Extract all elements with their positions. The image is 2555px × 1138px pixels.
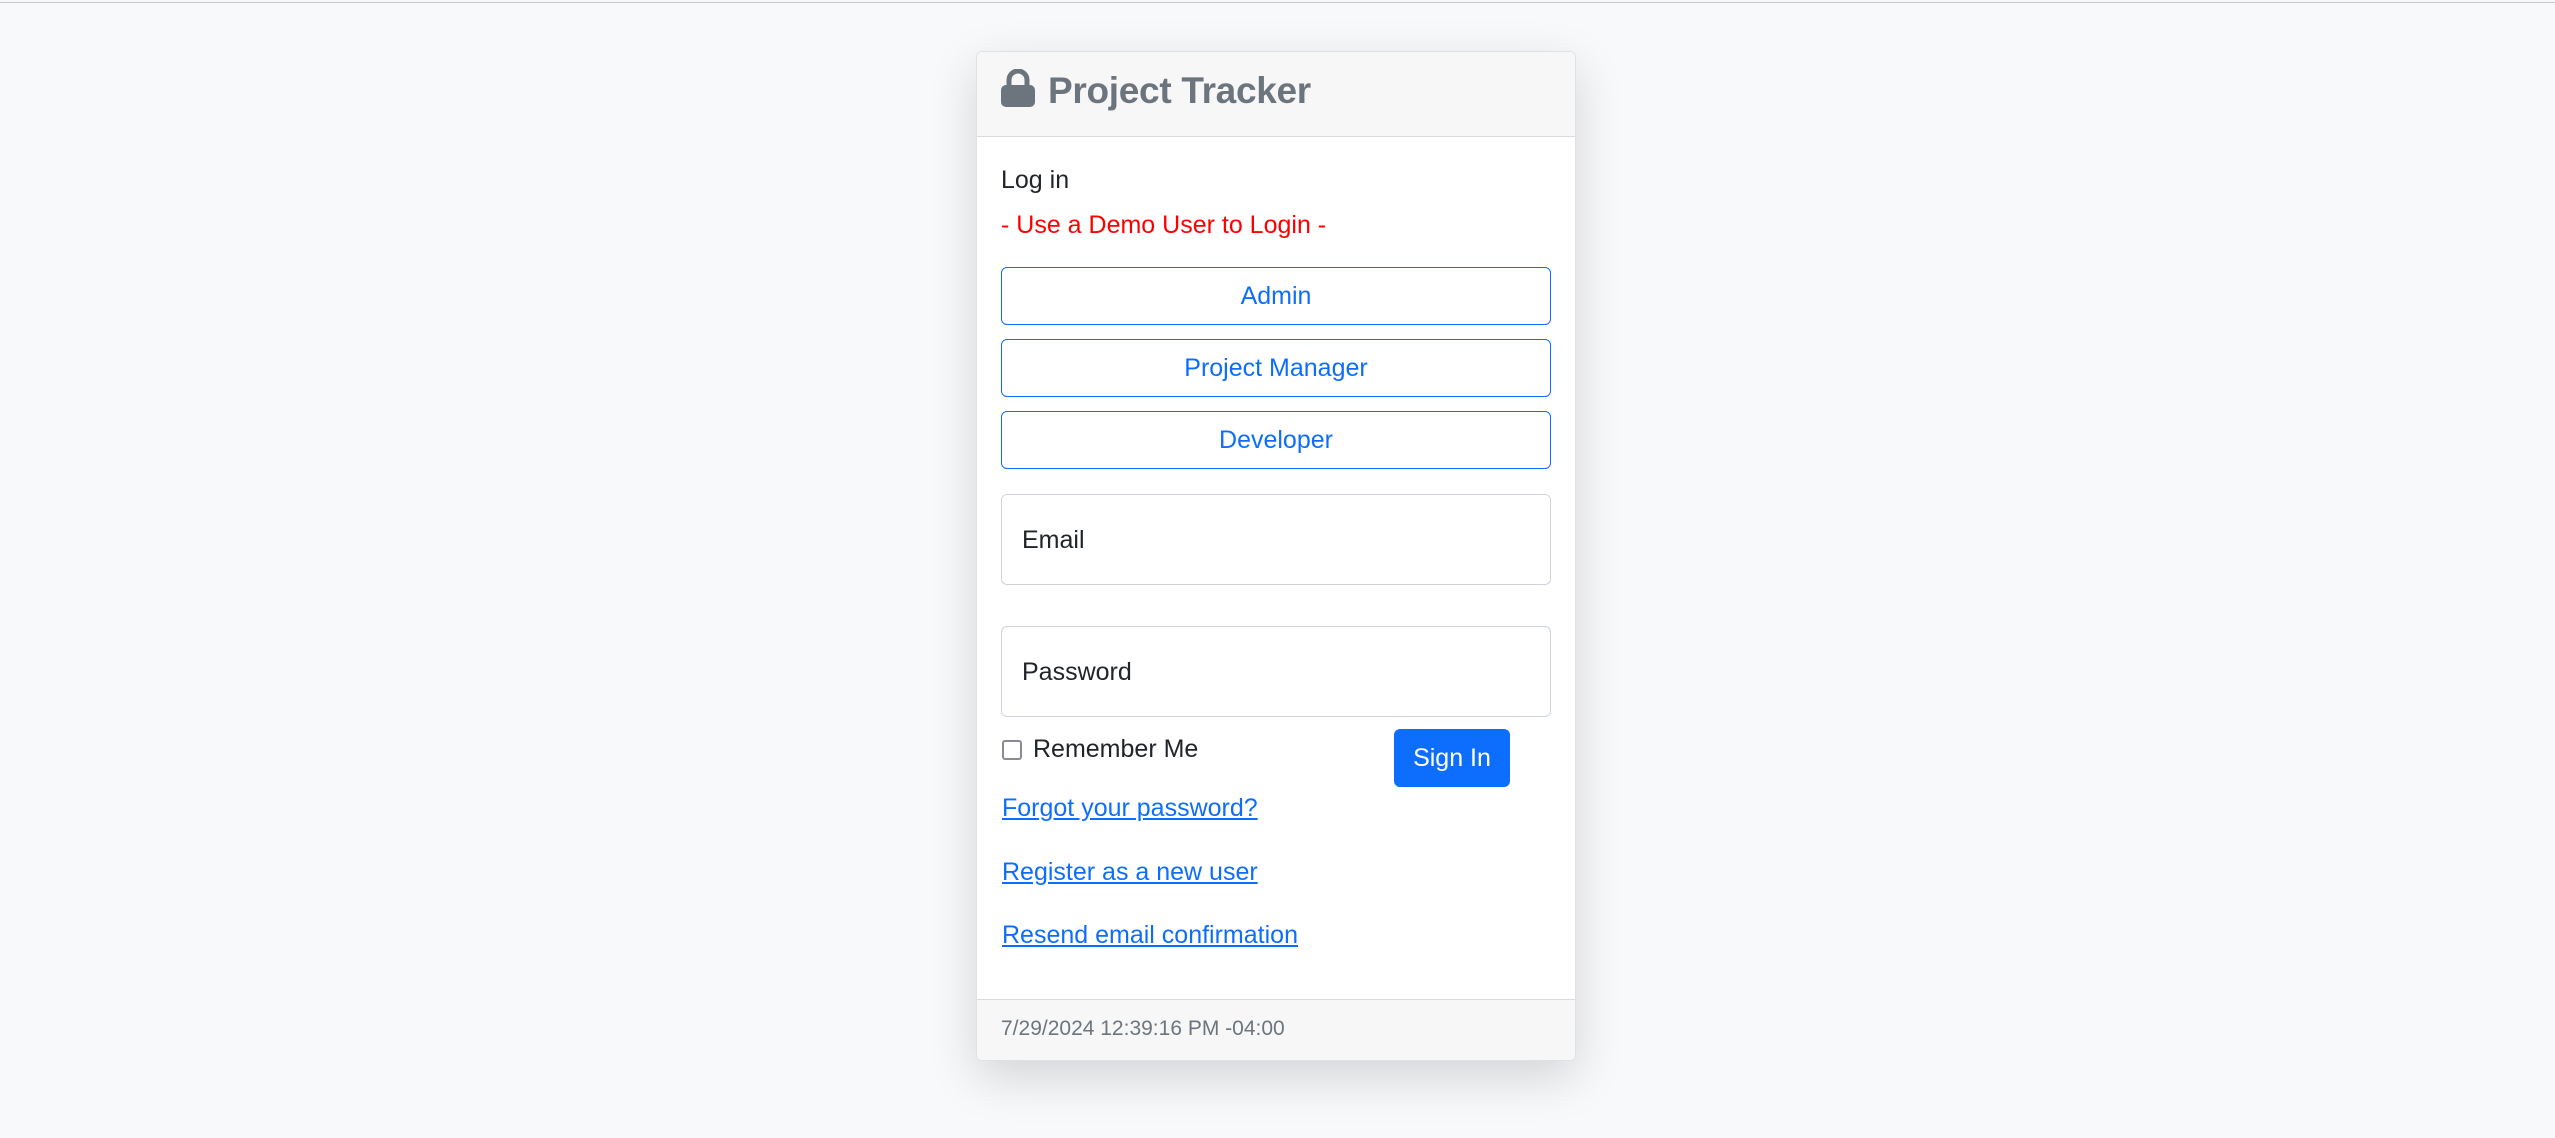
sign-in-button[interactable]: Sign In xyxy=(1394,729,1510,787)
demo-admin-button[interactable]: Admin xyxy=(1001,267,1551,325)
lock-icon xyxy=(1001,69,1035,107)
password-field[interactable]: Password xyxy=(1001,626,1551,717)
app-title: Project Tracker xyxy=(1048,70,1311,111)
server-timestamp: 7/29/2024 12:39:16 PM -04:00 xyxy=(1001,1017,1285,1040)
email-field[interactable]: Email xyxy=(1001,494,1551,585)
remember-me-label[interactable]: Remember Me xyxy=(1033,734,1198,764)
card-header: Project Tracker xyxy=(977,52,1575,137)
forgot-password-link[interactable]: Forgot your password? xyxy=(1002,793,1258,823)
password-input[interactable] xyxy=(1002,627,1550,716)
login-heading: Log in xyxy=(1001,166,1070,194)
browser-top-border xyxy=(0,2,2555,3)
card-footer: 7/29/2024 12:39:16 PM -04:00 xyxy=(977,999,1575,1060)
login-card: Project Tracker Log in - Use a Demo User… xyxy=(976,51,1576,1061)
register-link[interactable]: Register as a new user xyxy=(1002,857,1258,887)
remember-me-checkbox[interactable] xyxy=(1002,740,1022,760)
demo-developer-button[interactable]: Developer xyxy=(1001,411,1551,469)
resend-confirmation-link[interactable]: Resend email confirmation xyxy=(1002,920,1298,950)
demo-user-prompt: - Use a Demo User to Login - xyxy=(1001,211,1327,239)
demo-project-manager-button[interactable]: Project Manager xyxy=(1001,339,1551,397)
email-input[interactable] xyxy=(1002,495,1550,584)
